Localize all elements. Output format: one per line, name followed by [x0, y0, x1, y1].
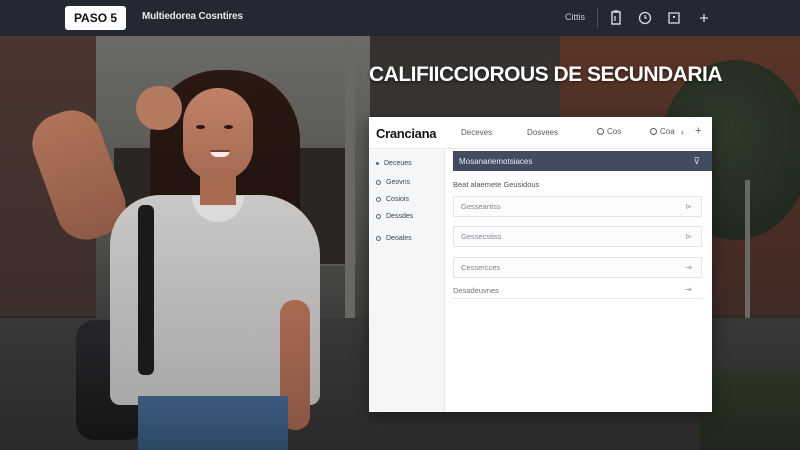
eye	[224, 125, 233, 129]
chevron-right-icon: ⊳	[685, 232, 692, 241]
header-control[interactable]: Cos	[597, 127, 621, 136]
app-header: Cranciana Deceves Dosvees Cos Coa ‹ +	[369, 117, 712, 149]
section-header: Mosanariemotsiaces ⊽	[453, 151, 712, 171]
app-brand: Cranciana	[376, 126, 437, 141]
circle-icon	[376, 197, 381, 202]
divider	[453, 298, 702, 299]
bullet-icon	[376, 162, 379, 165]
app-window: Cranciana Deceves Dosvees Cos Coa ‹ + De…	[369, 117, 712, 412]
circle-icon	[376, 214, 381, 219]
sidebar-item-label: Deceues	[384, 160, 412, 167]
arrow-icon: ⇥	[685, 263, 692, 272]
jeans	[138, 396, 288, 450]
clock-icon[interactable]	[635, 8, 655, 28]
hand	[136, 86, 182, 130]
divider	[597, 8, 598, 28]
header-control-label: Cos	[607, 127, 622, 136]
eye	[196, 125, 205, 129]
header-control[interactable]: Coa	[650, 127, 675, 136]
document-icon[interactable]	[606, 8, 626, 28]
top-bar: PASO 5 Multiedorea Cosntires Cittis	[0, 0, 800, 36]
top-bar-title: Multiedorea Cosntires	[142, 11, 243, 22]
sidebar: Deceues Geovns Cosiois Dessdes Deoales	[369, 150, 445, 412]
backpack-strap	[138, 205, 154, 375]
sidebar-item-label: Dessdes	[386, 213, 414, 220]
sidebar-item-label: Deoales	[386, 235, 412, 242]
grade-field[interactable]: Cessercces ⇥	[453, 257, 702, 278]
field-placeholder: Gessecstiss	[461, 232, 502, 241]
sidebar-item[interactable]: Dessdes	[376, 213, 413, 220]
page-headline: CALIFIICCIOROUS DE SECUNDARIA	[369, 63, 723, 86]
section-title: Mosanariemotsiaces	[459, 156, 533, 166]
chevron-right-icon: ⊳	[685, 202, 692, 211]
sidebar-item[interactable]: Geovns	[376, 179, 410, 186]
circle-icon	[650, 128, 657, 135]
sidebar-item[interactable]: Cosiois	[376, 196, 409, 203]
plus-icon[interactable]	[694, 8, 714, 28]
grade-field[interactable]: Gessecstiss ⊳	[453, 226, 702, 247]
circle-icon	[376, 236, 381, 241]
circle-icon	[376, 180, 381, 185]
main-content: Mosanariemotsiaces ⊽ Beat alaemete Geusi…	[445, 150, 712, 412]
sidebar-item-label: Cosiois	[386, 196, 409, 203]
plus-icon[interactable]: +	[695, 125, 701, 137]
square-icon[interactable]	[664, 8, 684, 28]
step-badge: PASO 5	[65, 6, 126, 30]
section-subtitle: Beat alaemete Geusidous	[453, 180, 540, 189]
arrow-icon[interactable]: ⇥	[685, 285, 692, 294]
field-placeholder: Cessercces	[461, 263, 501, 272]
top-bar-link[interactable]: Cittis	[565, 12, 585, 22]
circle-icon	[597, 128, 604, 135]
sidebar-item[interactable]: Deoales	[376, 235, 412, 242]
sidebar-item[interactable]: Deceues	[376, 160, 412, 167]
chevron-icon[interactable]: ‹	[681, 127, 684, 137]
face	[183, 88, 253, 180]
header-tab[interactable]: Deceves	[461, 128, 492, 137]
filter-icon[interactable]: ⊽	[693, 156, 700, 167]
grade-field[interactable]: Gesseartiss ⊳	[453, 196, 702, 217]
header-tab[interactable]: Dosvees	[527, 128, 558, 137]
sidebar-item-label: Geovns	[386, 179, 411, 186]
field-placeholder: Gesseartiss	[461, 202, 501, 211]
list-row-label[interactable]: Desadeuvnes	[453, 286, 499, 295]
header-control-label: Coa	[660, 127, 675, 136]
